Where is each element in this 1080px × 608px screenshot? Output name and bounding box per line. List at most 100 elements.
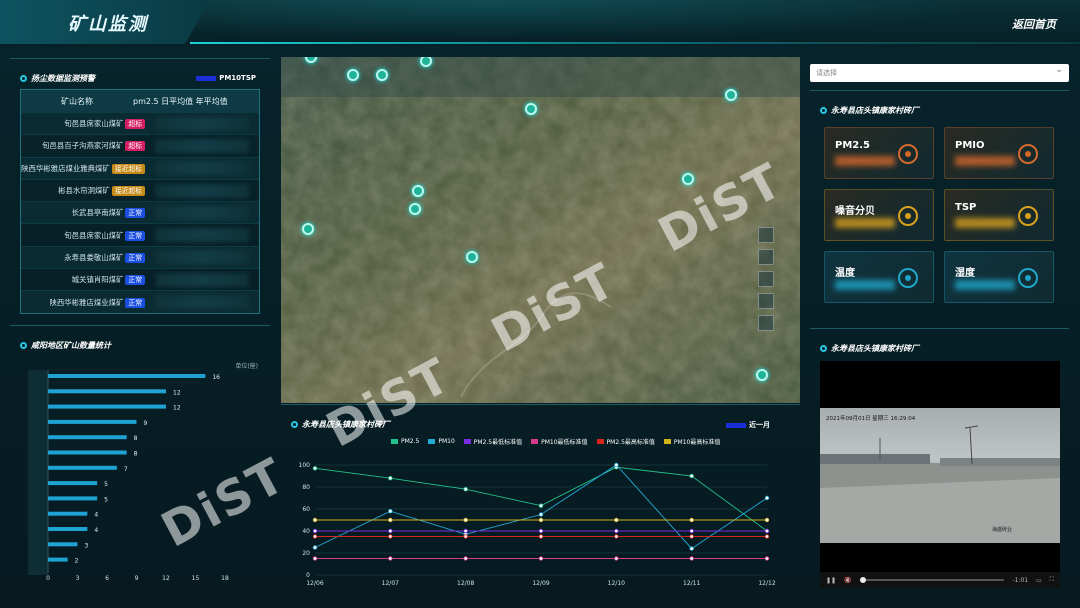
sensor-card[interactable]: 湿度: [944, 251, 1054, 303]
x-tick: 12/08: [457, 580, 474, 587]
video-player[interactable]: 2021年09月01日 星期三 16:29:04 海盛砖业 ❚❚ 🔇 -1:01…: [820, 361, 1060, 588]
sensor-value-blurred: [955, 280, 1015, 290]
data-point: [388, 528, 393, 534]
location-pin-icon[interactable]: [525, 103, 537, 115]
sensor-label: PM2.5: [835, 140, 870, 151]
table-body: 旬邑县席家山煤矿 超标 旬邑县百子沟燕家河煤矿 超标 陕西华彬雅店煤业雅典煤矿 接近超标彬…: [21, 112, 259, 313]
x-tick: 0: [46, 575, 50, 582]
data-point: [312, 517, 318, 523]
location-pin-icon[interactable]: [347, 69, 359, 81]
table-row[interactable]: 陕西华彬雅店煤业雅典煤矿 接近超标: [21, 156, 259, 179]
status-badge: 正常: [125, 297, 145, 308]
table-row[interactable]: 城关镇肖阳煤矿 正常: [21, 268, 259, 290]
panel-title: 扬尘数据监测预警: [20, 73, 95, 84]
bar-label: 3: [85, 542, 89, 549]
dust-monitor-panel: 扬尘数据监测预警 PM10TSP 矿山名称 pm2.5 日平均值 年平均值 旬邑…: [10, 58, 270, 314]
legend-item[interactable]: PM10最高标准值: [663, 437, 720, 446]
data-point: [312, 556, 318, 561]
x-tick: 12/06: [306, 580, 323, 587]
table-row[interactable]: 长武县亭南煤矿 正常: [21, 201, 259, 224]
bar-label: 12: [173, 389, 181, 396]
video-time: -1:01: [1012, 576, 1029, 584]
sensor-card[interactable]: 噪音分贝: [824, 189, 934, 241]
back-home-link[interactable]: 返回首页: [1012, 16, 1056, 32]
legend-swatch: [726, 422, 746, 428]
bar: [48, 511, 88, 516]
map-zoom-out-button[interactable]: [758, 249, 774, 265]
pollutant-switch[interactable]: PM10TSP: [196, 74, 256, 82]
map-zoom-in-button[interactable]: [758, 227, 774, 243]
bar: [48, 557, 68, 562]
mine-name: 长武县亭南煤矿 正常: [21, 207, 151, 219]
location-pin-icon[interactable]: [756, 369, 768, 381]
x-tick: 18: [221, 575, 229, 582]
location-pin-icon[interactable]: [682, 173, 694, 185]
bar-label: 16: [212, 374, 220, 381]
location-pin-icon[interactable]: [412, 185, 424, 197]
progress-handle[interactable]: [859, 577, 866, 583]
location-pin-icon[interactable]: [409, 203, 421, 215]
mine-name: 城关镇肖阳煤矿 正常: [21, 274, 151, 286]
bar-label: 4: [94, 512, 98, 519]
mine-name: 陕西华彬雅店煤业煤矿 正常: [21, 297, 151, 308]
legend-label: PM10最低标准值: [541, 439, 588, 446]
pip-icon[interactable]: ▭: [1036, 577, 1042, 584]
table-row[interactable]: 旬邑县百子沟燕家河煤矿 超标: [21, 134, 259, 156]
panel-title: 咸阳地区矿山数量统计: [20, 340, 111, 351]
map-home-button[interactable]: [758, 293, 774, 309]
volume-icon[interactable]: 🔇: [844, 577, 851, 584]
map-layer-button[interactable]: [758, 271, 774, 287]
video-progress[interactable]: [859, 577, 1005, 583]
table-row[interactable]: 永寿县娄敬山煤矿 正常: [21, 245, 259, 269]
data-point: [614, 517, 619, 523]
table-row[interactable]: 彬县水帘洞煤矿 接近超标: [21, 178, 259, 201]
x-tick: 12/09: [532, 580, 549, 587]
data-point: [689, 528, 694, 534]
data-point: [463, 487, 468, 492]
site-select[interactable]: 请选择: [810, 64, 1069, 82]
legend-swatch: [663, 439, 671, 444]
sensor-card[interactable]: TSP: [944, 189, 1054, 241]
data-point: [388, 476, 393, 481]
sensor-card[interactable]: PM2.5: [824, 127, 934, 179]
circle-icon: [291, 421, 298, 428]
period-switch[interactable]: 近一月: [726, 420, 770, 430]
data-point: [764, 495, 770, 501]
location-pin-icon[interactable]: [302, 223, 314, 235]
data-point: [689, 556, 694, 561]
legend-item[interactable]: PM2.5: [391, 437, 419, 446]
video-frame: 2021年09月01日 星期三 16:29:04 海盛砖业: [820, 408, 1060, 543]
bar-label: 5: [104, 481, 108, 488]
data-point: [463, 534, 468, 539]
table-header: 矿山名称 pm2.5 日平均值 年平均值: [21, 90, 259, 112]
bar-label: 12: [173, 405, 181, 412]
sensor-card[interactable]: PMIO: [944, 127, 1054, 179]
bar: [48, 419, 137, 424]
data-point: [538, 534, 544, 539]
x-tick: 3: [76, 575, 80, 582]
data-point: [388, 509, 393, 514]
circle-icon: [820, 107, 827, 114]
thermometer-icon: [898, 268, 918, 288]
map-fullscreen-button[interactable]: [758, 315, 774, 331]
fullscreen-icon[interactable]: ⛶: [1050, 576, 1054, 584]
circle-icon: [820, 345, 827, 352]
table-row[interactable]: 旬邑县席家山煤矿 正常: [21, 223, 259, 245]
pollutant-switch-label: PM10TSP: [219, 74, 256, 82]
sensor-card[interactable]: 温度: [824, 251, 934, 303]
location-pin-icon[interactable]: [725, 89, 737, 101]
legend-item[interactable]: PM10最低标准值: [531, 437, 588, 446]
legend-item[interactable]: PM2.5最高标准值: [596, 437, 655, 446]
period-switch-label: 近一月: [749, 421, 770, 429]
location-pin-icon[interactable]: [376, 69, 388, 81]
bar: [48, 435, 127, 440]
legend-item[interactable]: PM10: [428, 437, 455, 446]
pause-icon[interactable]: ❚❚: [826, 577, 836, 584]
table-row[interactable]: 旬邑县席家山煤矿 超标: [21, 112, 259, 135]
sensor-value-blurred: [835, 156, 895, 166]
legend-item[interactable]: PM2.5最低标准值: [463, 437, 522, 446]
table-row[interactable]: 陕西华彬雅店煤业煤矿 正常: [21, 290, 259, 313]
location-pin-icon[interactable]: [466, 251, 478, 263]
panel-title-text: 扬尘数据监测预警: [31, 74, 95, 83]
legend-swatch: [428, 439, 436, 444]
